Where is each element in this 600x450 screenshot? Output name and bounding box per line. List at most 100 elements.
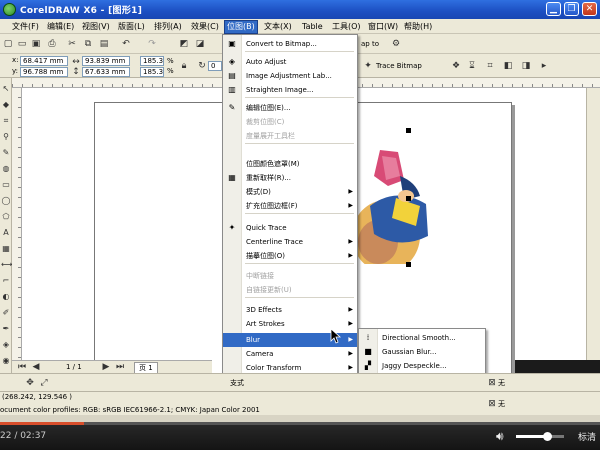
- width-field[interactable]: 93.839 mm: [82, 56, 130, 66]
- blur-menu-item[interactable]: ■ Gaussian Blur...: [359, 345, 485, 359]
- bitmaps-menu-item[interactable]: Centerline Trace ▶: [223, 235, 357, 249]
- save-icon[interactable]: ▣: [30, 38, 42, 50]
- interactive-fill-icon[interactable]: ◉: [1, 356, 11, 366]
- interactive-tool-icon[interactable]: ◐: [1, 292, 11, 302]
- export-icon[interactable]: ◪: [194, 38, 206, 50]
- open-folder-icon[interactable]: ▭: [16, 38, 28, 50]
- new-document-icon[interactable]: ▢: [2, 38, 14, 50]
- polygon-tool-icon[interactable]: ⬠: [1, 212, 11, 222]
- menu-item[interactable]: 编辑(E): [45, 21, 76, 33]
- to-back-icon[interactable]: ◨: [520, 60, 532, 72]
- first-page-icon[interactable]: ⏮: [16, 361, 28, 373]
- bitmap-image[interactable]: [356, 146, 432, 264]
- bitmaps-menu-item[interactable]: ▣ Convert to Bitmap...: [223, 37, 357, 51]
- volume-icon[interactable]: 🔊︎: [496, 429, 504, 444]
- blur-menu-item[interactable]: ▞ Jaggy Despeckle...: [359, 359, 485, 373]
- close-button[interactable]: ✕: [582, 2, 597, 16]
- resample-tool-icon[interactable]: ⌛︎: [466, 60, 478, 72]
- snap-to-dropdown[interactable]: ap to: [361, 39, 379, 49]
- submenu-arrow-icon: ▶: [348, 188, 353, 195]
- redo-icon[interactable]: ↷: [146, 38, 158, 50]
- freehand-tool-icon[interactable]: ✎: [1, 148, 11, 158]
- rotation-field[interactable]: 0: [208, 61, 222, 71]
- shape-tool-icon[interactable]: ◆: [1, 100, 11, 110]
- next-page-icon[interactable]: ▶: [100, 361, 112, 373]
- maximize-button[interactable]: ❐: [564, 2, 579, 16]
- import-icon[interactable]: ◩: [178, 38, 190, 50]
- paste-icon[interactable]: ▤: [98, 38, 110, 50]
- menu-item[interactable]: 文本(X): [262, 21, 294, 33]
- menu-item[interactable]: 位图(B): [224, 20, 258, 34]
- document-color-profiles[interactable]: ocument color profiles: RGB: sRGB IEC619…: [0, 405, 260, 415]
- blur-menu-item[interactable]: ⁞ Directional Smooth...: [359, 331, 485, 345]
- bitmaps-menu-item[interactable]: ◈ Auto Adjust: [223, 55, 357, 69]
- bitmaps-menu-item[interactable]: ▤ Image Adjustment Lab...: [223, 69, 357, 83]
- selection-handle[interactable]: [406, 262, 411, 267]
- height-field[interactable]: 67.633 mm: [82, 67, 130, 77]
- scale-x-field[interactable]: 185.3: [140, 56, 164, 66]
- outline-tool-icon[interactable]: ✒: [1, 324, 11, 334]
- fill-tool-icon[interactable]: ◈: [1, 340, 11, 350]
- crop-tool-icon[interactable]: ⌗: [1, 116, 11, 126]
- text-tool-icon[interactable]: A: [1, 228, 11, 238]
- connector-tool-icon[interactable]: ⌐: [1, 276, 11, 286]
- bitmaps-menu-item[interactable]: 模式(D) ▶: [223, 185, 357, 199]
- x-position-field[interactable]: 68.417 mm: [20, 56, 68, 66]
- bitmaps-menu-item[interactable]: 位图颜色遮罩(M): [223, 157, 357, 171]
- bitmaps-menu-item[interactable]: ✦ Quick Trace: [223, 221, 357, 235]
- menu-item[interactable]: 帮助(H): [402, 21, 434, 33]
- ellipse-tool-icon[interactable]: ◯: [1, 196, 11, 206]
- to-front-icon[interactable]: ◧: [502, 60, 514, 72]
- table-tool-icon[interactable]: ▦: [1, 244, 11, 254]
- color-palette[interactable]: [586, 88, 600, 360]
- menu-item[interactable]: Table: [300, 21, 325, 33]
- trace-bitmap-button[interactable]: Trace Bitmap: [376, 61, 422, 71]
- copy-icon[interactable]: ⧉: [82, 38, 94, 50]
- menu-item[interactable]: 窗口(W): [366, 21, 400, 33]
- rectangle-tool-icon[interactable]: ▭: [1, 180, 11, 190]
- bitmaps-menu-item[interactable]: Camera ▶: [223, 347, 357, 361]
- eyedropper-tool-icon[interactable]: ✐: [1, 308, 11, 318]
- bitmaps-menu-item[interactable]: ▥ Straighten Image...: [223, 83, 357, 97]
- prev-page-icon[interactable]: ◀: [30, 361, 42, 373]
- bitmaps-menu-item[interactable]: ▦ 重新取样(R)...: [223, 171, 357, 185]
- print-icon[interactable]: ⎙: [46, 38, 58, 50]
- menu-item[interactable]: 工具(O): [330, 21, 363, 33]
- scale-y-field[interactable]: 185.3: [140, 67, 164, 77]
- y-position-field[interactable]: 96.788 mm: [20, 67, 68, 77]
- crop-icon[interactable]: ⌗: [484, 60, 496, 72]
- fill-swatch-icon[interactable]: ⊠: [486, 377, 498, 389]
- dimension-tool-icon[interactable]: ⟷: [1, 260, 12, 270]
- vertical-ruler[interactable]: [12, 88, 22, 360]
- last-page-icon[interactable]: ⏭: [114, 361, 126, 373]
- options-icon[interactable]: ⚙: [390, 38, 402, 50]
- volume-slider[interactable]: [516, 432, 564, 441]
- pan-icon[interactable]: ✥: [24, 377, 36, 389]
- menu-item[interactable]: 版面(L): [116, 21, 147, 33]
- bitmaps-menu-item[interactable]: ✎ 编辑位图(E)...: [223, 101, 357, 115]
- minimize-button[interactable]: ▁: [546, 2, 561, 16]
- zoom-tool-icon[interactable]: ⚲: [1, 132, 11, 142]
- selection-handle[interactable]: [406, 128, 411, 133]
- quality-button[interactable]: 标清: [578, 430, 596, 443]
- selection-handle[interactable]: [406, 196, 411, 201]
- zoom-fit-icon[interactable]: ⤢: [38, 377, 50, 389]
- volume-knob[interactable]: [543, 432, 553, 441]
- cut-icon[interactable]: ✂: [66, 38, 78, 50]
- bitmap-mask-icon[interactable]: ❖: [450, 60, 462, 72]
- menu-item[interactable]: 视图(V): [80, 21, 112, 33]
- outline-swatch-icon[interactable]: ⊠: [486, 398, 498, 410]
- lock-ratio-icon[interactable]: 🔒︎: [178, 60, 190, 72]
- menu-item[interactable]: 排列(A): [152, 21, 184, 33]
- bitmaps-menu-item[interactable]: 扩充位图边框(F) ▶: [223, 199, 357, 213]
- trace-bitmap-icon[interactable]: ✦: [362, 60, 374, 72]
- bitmaps-menu-item[interactable]: 描摹位图(O) ▶: [223, 249, 357, 263]
- pick-tool-icon[interactable]: ↖: [1, 84, 11, 94]
- video-progress-track[interactable]: [0, 422, 600, 425]
- bitmaps-menu-item[interactable]: 3D Effects ▶: [223, 303, 357, 317]
- menu-item[interactable]: 效果(C): [189, 21, 221, 33]
- menu-item[interactable]: 文件(F): [10, 21, 41, 33]
- undo-icon[interactable]: ↶: [120, 38, 132, 50]
- quick-customize-icon[interactable]: ▸: [538, 60, 550, 72]
- smart-fill-icon[interactable]: ◍: [1, 164, 11, 174]
